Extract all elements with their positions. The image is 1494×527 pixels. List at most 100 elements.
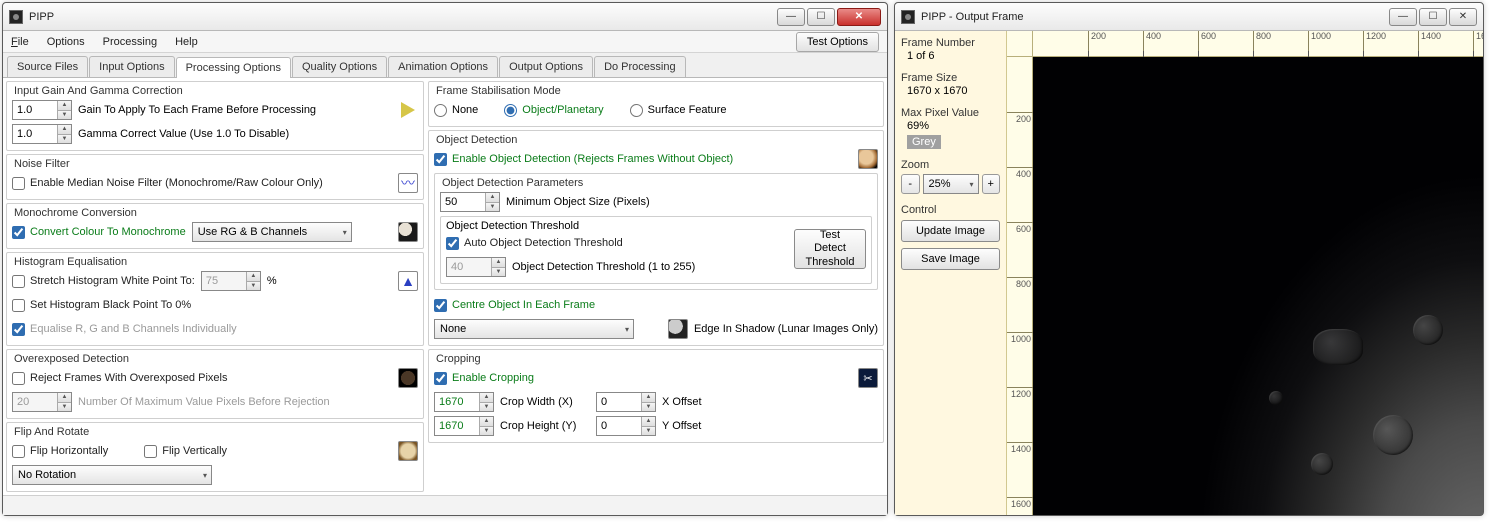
group-overexposed: Overexposed Detection Reject Frames With… xyxy=(6,349,424,419)
down-icon[interactable]: ▼ xyxy=(485,203,499,212)
preview-titlebar: PIPP - Output Frame — ☐ ✕ xyxy=(895,3,1483,31)
reject-label: Reject Frames With Overexposed Pixels xyxy=(30,372,227,384)
group-mono: Monochrome Conversion Convert Colour To … xyxy=(6,203,424,249)
ruler-horizontal: 2004006008001000120014001600 xyxy=(1033,31,1483,57)
minimize-button[interactable]: — xyxy=(777,8,805,26)
up-icon[interactable]: ▲ xyxy=(485,193,499,203)
tab-do-processing[interactable]: Do Processing xyxy=(594,56,686,77)
up-icon[interactable]: ▲ xyxy=(57,101,71,111)
yoff-input[interactable] xyxy=(597,417,641,435)
gamma-spinner[interactable]: ▲▼ xyxy=(12,124,72,144)
auto-thresh-checkbox[interactable]: Auto Object Detection Threshold xyxy=(446,237,623,250)
minsize-input[interactable] xyxy=(441,193,485,211)
zoom-out-button[interactable]: - xyxy=(901,174,920,194)
down-icon[interactable]: ▼ xyxy=(641,427,655,436)
down-icon[interactable]: ▼ xyxy=(57,135,71,144)
flip-v-checkbox[interactable]: Flip Vertically xyxy=(144,445,227,458)
mono-combo[interactable]: Use RG & B Channels xyxy=(192,222,352,242)
stab-surf-radio[interactable]: Surface Feature xyxy=(630,104,727,117)
stretch-input xyxy=(202,272,246,290)
update-image-button[interactable]: Update Image xyxy=(901,220,1000,242)
black-checkbox[interactable]: Set Histogram Black Point To 0% xyxy=(12,299,191,312)
crop-h-input[interactable] xyxy=(435,417,479,435)
crop-h-spinner[interactable]: ▲▼ xyxy=(434,416,494,436)
maximize-button[interactable]: ☐ xyxy=(807,8,835,26)
frame-num-label: Frame Number xyxy=(901,37,1000,49)
menu-file[interactable]: File xyxy=(11,36,29,48)
centre-checkbox[interactable]: Centre Object In Each Frame xyxy=(434,299,595,312)
stab-none-radio[interactable]: None xyxy=(434,104,478,117)
tab-input-options[interactable]: Input Options xyxy=(89,56,174,77)
light-planet-icon xyxy=(398,441,418,461)
up-icon[interactable]: ▲ xyxy=(641,417,655,427)
group-threshold: Object Detection Threshold Auto Object D… xyxy=(440,216,872,284)
tab-output-options[interactable]: Output Options xyxy=(499,56,593,77)
control-label: Control xyxy=(901,204,1000,216)
edge-combo[interactable]: None xyxy=(434,319,634,339)
stretch-checkbox[interactable]: Stretch Histogram White Point To: xyxy=(12,275,195,288)
up-icon[interactable]: ▲ xyxy=(57,125,71,135)
mono-checkbox[interactable]: Convert Colour To Monochrome xyxy=(12,226,186,239)
maximize-button[interactable]: ☐ xyxy=(1419,8,1447,26)
grey-moon-icon xyxy=(668,319,688,339)
group-objdet: Object Detection Enable Object Detection… xyxy=(428,130,884,346)
down-icon[interactable]: ▼ xyxy=(479,427,493,436)
tab-animation-options[interactable]: Animation Options xyxy=(388,56,498,77)
stretch-spinner[interactable]: ▲▼ xyxy=(201,271,261,291)
xoff-spinner[interactable]: ▲▼ xyxy=(596,392,656,412)
crop-w-input[interactable] xyxy=(435,393,479,411)
group-hist: Histogram Equalisation Stretch Histogram… xyxy=(6,252,424,346)
down-icon[interactable]: ▼ xyxy=(246,282,260,291)
crop-w-spinner[interactable]: ▲▼ xyxy=(434,392,494,412)
down-icon[interactable]: ▼ xyxy=(641,403,655,412)
yoff-spinner[interactable]: ▲▼ xyxy=(596,416,656,436)
crop-legend: Cropping xyxy=(434,353,483,365)
up-icon[interactable]: ▲ xyxy=(246,272,260,282)
tab-processing-options[interactable]: Processing Options xyxy=(176,57,291,78)
down-icon[interactable]: ▼ xyxy=(57,111,71,120)
menu-processing[interactable]: Processing xyxy=(103,36,157,48)
minsize-spinner[interactable]: ▲▼ xyxy=(440,192,500,212)
app-icon xyxy=(901,10,915,24)
save-image-button[interactable]: Save Image xyxy=(901,248,1000,270)
test-detect-button[interactable]: Test Detect Threshold xyxy=(794,229,866,269)
flip-h-checkbox[interactable]: Flip Horizontally xyxy=(12,445,108,458)
minimize-button[interactable]: — xyxy=(1389,8,1417,26)
close-button[interactable]: ✕ xyxy=(837,8,881,26)
crop-enable-checkbox[interactable]: Enable Cropping xyxy=(434,372,534,385)
noise-checkbox[interactable]: Enable Median Noise Filter (Monochrome/R… xyxy=(12,177,323,190)
gain-spinner[interactable]: ▲▼ xyxy=(12,100,72,120)
gamma-input[interactable] xyxy=(13,125,57,143)
preview-canvas[interactable] xyxy=(1033,57,1483,515)
group-stab: Frame Stabilisation Mode None Object/Pla… xyxy=(428,81,884,127)
preview-body: Frame Number 1 of 6 Frame Size 1670 x 16… xyxy=(895,31,1483,515)
up-icon[interactable]: ▲ xyxy=(641,393,655,403)
down-icon[interactable]: ▼ xyxy=(479,403,493,412)
zoom-in-button[interactable]: + xyxy=(982,174,1001,194)
tab-quality-options[interactable]: Quality Options xyxy=(292,56,387,77)
flip-legend: Flip And Rotate xyxy=(12,426,91,438)
stab-surf-label: Surface Feature xyxy=(648,104,727,116)
close-button[interactable]: ✕ xyxy=(1449,8,1477,26)
rotation-combo[interactable]: No Rotation xyxy=(12,465,212,485)
stab-none-label: None xyxy=(452,104,478,116)
xoff-input[interactable] xyxy=(597,393,641,411)
menu-help[interactable]: Help xyxy=(175,36,198,48)
equalise-checkbox[interactable]: Equalise R, G and B Channels Individuall… xyxy=(12,323,237,336)
objdet-enable-checkbox[interactable]: Enable Object Detection (Rejects Frames … xyxy=(434,153,733,166)
menu-options[interactable]: Options xyxy=(47,36,85,48)
reject-checkbox[interactable]: Reject Frames With Overexposed Pixels xyxy=(12,372,227,385)
maxval-input xyxy=(13,393,57,411)
mode-badge: Grey xyxy=(907,135,941,149)
zoom-combo[interactable]: 25% xyxy=(923,174,979,194)
over-legend: Overexposed Detection xyxy=(12,353,131,365)
test-options-button[interactable]: Test Options xyxy=(796,32,879,52)
tab-source-files[interactable]: Source Files xyxy=(7,56,88,77)
up-icon[interactable]: ▲ xyxy=(479,417,493,427)
frame-num-value: 1 of 6 xyxy=(907,50,1000,62)
stab-objplan-radio[interactable]: Object/Planetary xyxy=(504,104,603,117)
group-flip: Flip And Rotate Flip Horizontally Flip V… xyxy=(6,422,424,492)
gain-input[interactable] xyxy=(13,101,57,119)
hist-legend: Histogram Equalisation xyxy=(12,256,129,268)
up-icon[interactable]: ▲ xyxy=(479,393,493,403)
